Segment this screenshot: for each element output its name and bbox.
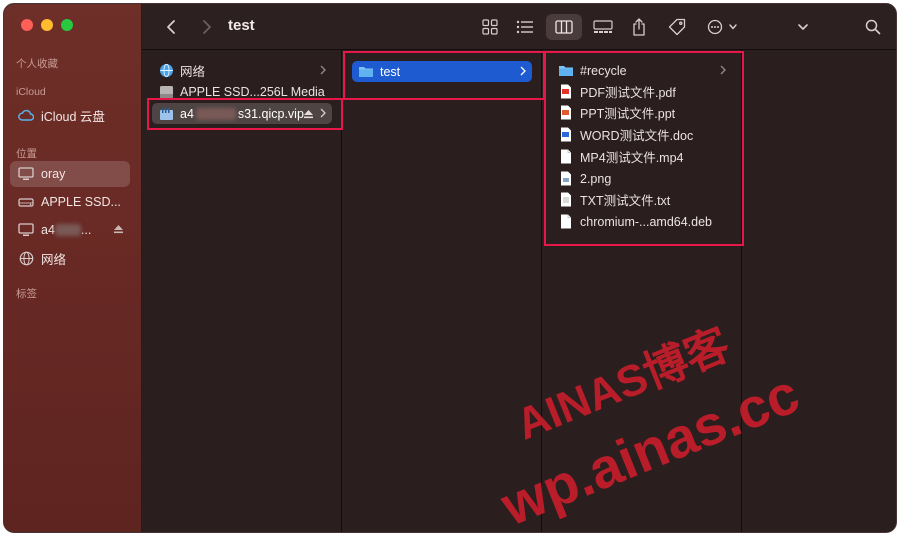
network-globe-icon bbox=[158, 63, 174, 79]
column-view-button[interactable] bbox=[546, 14, 582, 40]
tag-icon bbox=[668, 18, 686, 36]
sidebar: 个人收藏 iCloud iCloud 云盘 位置 oray APPLE SSD.… bbox=[4, 4, 142, 532]
forward-button[interactable] bbox=[196, 14, 218, 40]
sidebar-item-network[interactable]: 网络 bbox=[10, 245, 130, 271]
column-1: 网络 APPLE SSD...256L Media a4 s31.qicp.vi… bbox=[142, 50, 342, 532]
list-item-pdf-file[interactable]: PDF测试文件.pdf bbox=[552, 81, 732, 102]
chevron-right-icon bbox=[520, 65, 526, 79]
section-icloud: iCloud bbox=[16, 86, 46, 98]
list-item-label-suffix: s31.qicp.vip bbox=[237, 106, 304, 121]
list-item-label: PDF测试文件.pdf bbox=[580, 86, 676, 100]
file-icon bbox=[558, 149, 574, 165]
pdf-file-icon bbox=[558, 84, 574, 100]
sidebar-item-label: iCloud 云盘 bbox=[41, 109, 105, 124]
list-item-label: test bbox=[380, 64, 401, 79]
finder-window: 个人收藏 iCloud iCloud 云盘 位置 oray APPLE SSD.… bbox=[3, 3, 897, 533]
list-item-word-file[interactable]: WORD测试文件.doc bbox=[552, 124, 732, 145]
sidebar-item-label-prefix: a4 bbox=[41, 223, 55, 237]
chevron-right-icon bbox=[320, 64, 326, 78]
section-tags: 标签 bbox=[16, 288, 37, 300]
column-3: #recycle PDF测试文件.pdf PPT测试文件.ppt WORD测试文… bbox=[542, 50, 742, 532]
list-item-network[interactable]: 网络 bbox=[152, 60, 332, 81]
close-window-button[interactable] bbox=[21, 19, 33, 31]
sidebar-item-label-suffix: ... bbox=[80, 223, 92, 237]
zoom-window-button[interactable] bbox=[61, 19, 73, 31]
list-item-label: APPLE SSD...256L Media bbox=[180, 84, 325, 99]
toolbar: test bbox=[142, 4, 896, 50]
list-item-label: WORD测试文件.doc bbox=[580, 129, 694, 143]
list-item-mp4-file[interactable]: MP4测试文件.mp4 bbox=[552, 146, 732, 167]
list-view-button[interactable] bbox=[510, 14, 540, 40]
word-file-icon bbox=[558, 127, 574, 143]
list-item-png-file[interactable]: 2.png bbox=[552, 168, 732, 189]
drive-icon bbox=[18, 194, 34, 210]
sidebar-item-label: APPLE SSD... bbox=[41, 195, 121, 209]
chevron-left-icon bbox=[167, 20, 175, 34]
chevron-right-icon bbox=[203, 20, 211, 34]
folder-icon bbox=[558, 63, 574, 79]
redaction-blur bbox=[195, 107, 236, 120]
redaction-blur bbox=[54, 224, 81, 236]
list-icon bbox=[516, 20, 533, 34]
folder-icon bbox=[358, 64, 374, 80]
section-favorites: 个人收藏 bbox=[16, 58, 58, 70]
more-actions-button[interactable] bbox=[704, 14, 744, 40]
list-item-label: 网络 bbox=[180, 65, 206, 79]
search-button[interactable] bbox=[860, 14, 886, 40]
column-4 bbox=[742, 50, 896, 532]
list-item-label: #recycle bbox=[580, 63, 627, 78]
sidebar-item-apple-ssd[interactable]: APPLE SSD... bbox=[10, 189, 130, 215]
column-2: test bbox=[342, 50, 542, 532]
list-item-recycle-folder[interactable]: #recycle bbox=[552, 60, 732, 81]
sidebar-item-label: oray bbox=[41, 167, 66, 181]
chevron-down-icon bbox=[798, 24, 808, 30]
window-title: test bbox=[228, 17, 255, 34]
icon-view-button[interactable] bbox=[476, 14, 504, 40]
list-item-ppt-file[interactable]: PPT测试文件.ppt bbox=[552, 102, 732, 123]
list-item-deb-file[interactable]: chromium-...amd64.deb bbox=[552, 211, 732, 232]
list-item-label-prefix: a4 bbox=[180, 106, 194, 121]
sidebar-item-oray[interactable]: oray bbox=[10, 161, 130, 187]
grid-icon bbox=[482, 19, 498, 35]
back-button[interactable] bbox=[160, 14, 182, 40]
drive-icon bbox=[158, 84, 174, 100]
gallery-icon bbox=[593, 20, 613, 33]
text-file-icon bbox=[558, 192, 574, 208]
list-item-txt-file[interactable]: TXT测试文件.txt bbox=[552, 189, 732, 210]
eject-icon[interactable] bbox=[303, 108, 314, 122]
eject-icon[interactable] bbox=[113, 223, 124, 237]
network-globe-icon bbox=[18, 250, 34, 266]
computer-icon bbox=[18, 222, 34, 238]
list-item-label: TXT测试文件.txt bbox=[580, 194, 671, 208]
sidebar-item-icloud-drive[interactable]: iCloud 云盘 bbox=[10, 102, 130, 128]
server-icon bbox=[158, 106, 174, 122]
ellipsis-circle-icon bbox=[707, 19, 737, 35]
list-item-label: 2.png bbox=[580, 171, 612, 186]
share-button[interactable] bbox=[626, 14, 652, 40]
list-item-server[interactable]: a4 s31.qicp.vip bbox=[152, 103, 332, 124]
list-item-test-folder[interactable]: test bbox=[352, 61, 532, 82]
file-icon bbox=[558, 214, 574, 230]
chevron-right-icon bbox=[320, 107, 326, 121]
list-item-label: chromium-...amd64.deb bbox=[580, 214, 713, 229]
minimize-window-button[interactable] bbox=[41, 19, 53, 31]
list-item-apple-ssd[interactable]: APPLE SSD...256L Media bbox=[152, 81, 332, 102]
sidebar-item-server[interactable]: a4 ... bbox=[10, 217, 130, 243]
list-item-label: PPT测试文件.ppt bbox=[580, 107, 676, 121]
ppt-file-icon bbox=[558, 105, 574, 121]
group-dropdown-button[interactable] bbox=[792, 14, 814, 40]
share-icon bbox=[633, 18, 645, 36]
chevron-right-icon bbox=[720, 64, 726, 78]
search-icon bbox=[865, 19, 881, 35]
columns-icon bbox=[555, 20, 573, 34]
column-browser: 网络 APPLE SSD...256L Media a4 s31.qicp.vi… bbox=[142, 50, 896, 532]
section-locations: 位置 bbox=[16, 148, 37, 160]
image-file-icon bbox=[558, 171, 574, 187]
sidebar-item-label: 网络 bbox=[41, 252, 67, 267]
gallery-view-button[interactable] bbox=[588, 14, 618, 40]
list-item-label: MP4测试文件.mp4 bbox=[580, 151, 684, 165]
computer-icon bbox=[18, 166, 34, 182]
cloud-icon bbox=[18, 107, 34, 123]
tag-button[interactable] bbox=[664, 14, 690, 40]
